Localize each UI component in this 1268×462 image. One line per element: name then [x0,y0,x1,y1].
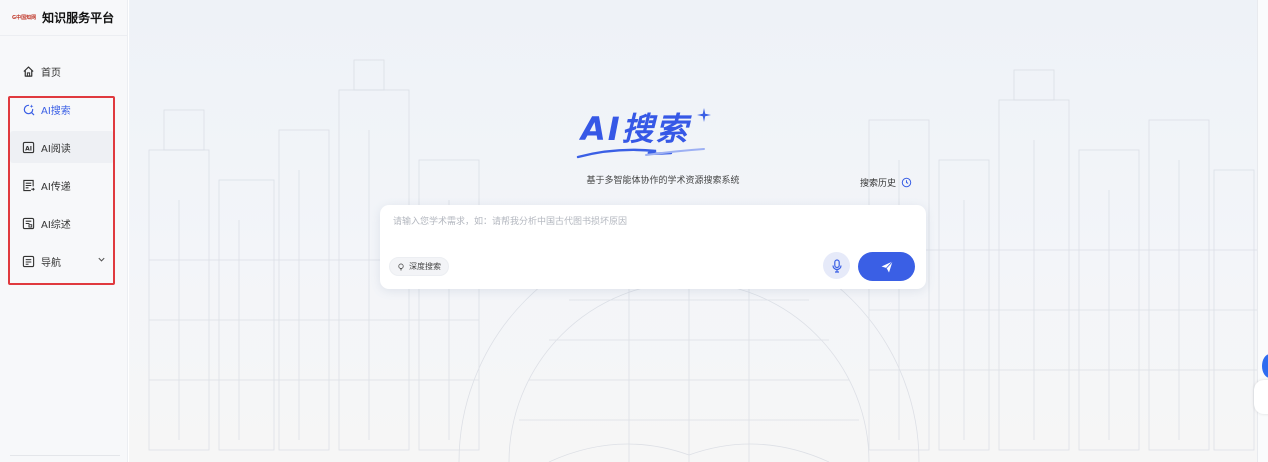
ai-read-icon: AI [21,140,35,154]
svg-text:AI: AI [25,145,32,152]
floating-side-panel-tab[interactable] [1254,380,1268,414]
brand-title: 知识服务平台 [42,11,115,25]
deep-search-button[interactable]: 深度搜索 [389,257,449,276]
sidebar-item-ai-read[interactable]: AI AI阅读 [10,131,114,163]
sidebar-item-label: 首页 [41,67,61,79]
sidebar-item-ai-search[interactable]: AI搜索 [10,93,114,125]
search-card: 深度搜索 [380,205,926,289]
sidebar-item-ai-deliver[interactable]: AI传递 [10,169,114,201]
search-history-link[interactable]: 搜索历史 [860,176,912,189]
sidebar: G中国知网 知识服务平台 首页 AI搜索 AI AI阅读 AI传递 AI综述 导… [0,0,128,462]
send-icon [881,260,893,272]
sparkle-icon [697,108,711,122]
clock-icon [901,177,912,188]
main-content: AI搜索 基于多智能体协作的学术资源搜索系统 搜索历史 深度搜索 [129,0,1257,462]
deep-search-label: 深度搜索 [409,262,441,271]
ai-review-icon [21,216,35,230]
hero-subtitle: 基于多智能体协作的学术资源搜索系统 [586,176,740,186]
ai-deliver-icon [21,178,35,192]
chevron-down-icon[interactable] [97,255,106,264]
sidebar-item-label: AI综述 [41,219,71,231]
brand-logo: G中国知网 [12,15,37,21]
sidebar-item-nav[interactable]: 导航 [10,245,114,277]
microphone-icon [831,258,842,273]
bulb-icon [398,263,404,270]
sidebar-item-label: 导航 [41,257,61,269]
search-input[interactable] [393,213,913,231]
sidebar-item-home[interactable]: 首页 [10,55,114,87]
brand-header[interactable]: G中国知网 知识服务平台 [0,0,127,36]
sidebar-item-ai-review[interactable]: AI综述 [10,207,114,239]
sidebar-item-label: AI阅读 [41,143,71,155]
nav-icon [21,254,35,268]
search-history-label: 搜索历史 [860,179,897,189]
sidebar-divider [10,455,120,456]
home-icon [21,64,35,78]
voice-input-button[interactable] [823,252,850,279]
sidebar-item-label: AI传递 [41,181,71,193]
sidebar-item-label: AI搜索 [41,105,71,117]
send-button[interactable] [858,252,915,281]
title-swoosh-decoration [576,148,705,159]
ai-search-icon [21,102,35,116]
